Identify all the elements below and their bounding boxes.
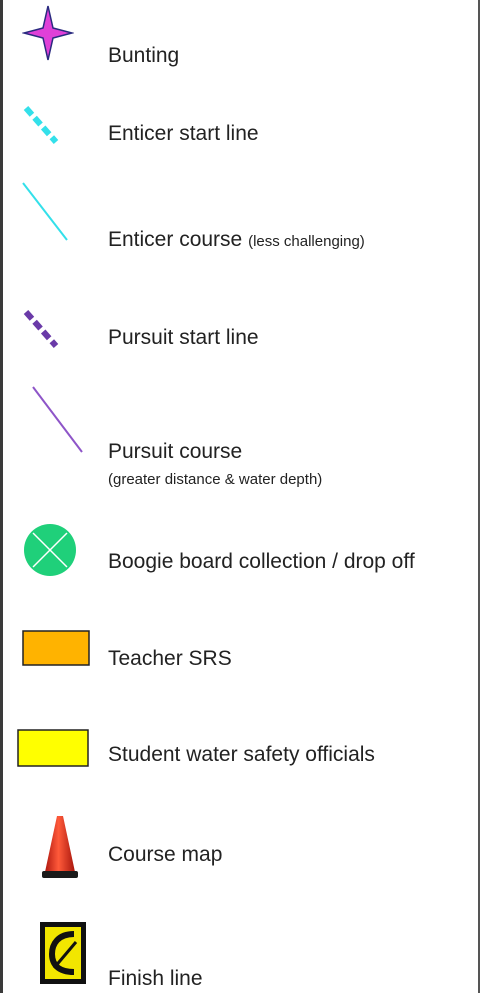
legend-label-course-map: Course map bbox=[108, 843, 223, 866]
teacher-srs-rect-icon bbox=[22, 630, 90, 666]
traffic-cone-icon bbox=[42, 816, 78, 878]
student-officials-rect-icon bbox=[17, 729, 89, 767]
enticer-course-icon bbox=[22, 182, 68, 241]
boogie-board-icon bbox=[24, 524, 76, 576]
pursuit-course-note: (greater distance & water depth) bbox=[108, 471, 323, 488]
enticer-course-text: Enticer course bbox=[108, 228, 243, 251]
legend-label-student-officials: Student water safety officials bbox=[108, 743, 375, 766]
legend-label-pursuit-course: Pursuit course bbox=[108, 440, 243, 463]
legend-label-finish-line: Finish line bbox=[108, 967, 203, 990]
finish-line-sign-icon bbox=[40, 922, 86, 984]
legend-label-boogie-board: Boogie board collection / drop off bbox=[108, 550, 415, 573]
bunting-star-icon bbox=[22, 5, 74, 61]
pursuit-course-icon bbox=[32, 386, 83, 453]
enticer-course-note: (less challenging) bbox=[248, 233, 365, 250]
legend-label-enticer-start: Enticer start line bbox=[108, 122, 259, 145]
enticer-start-line-icon bbox=[23, 106, 59, 144]
right-border bbox=[478, 0, 480, 993]
pursuit-start-line-icon bbox=[23, 310, 59, 348]
legend-label-teacher-srs: Teacher SRS bbox=[108, 647, 232, 670]
left-border bbox=[0, 0, 3, 993]
legend-label-enticer-course: Enticer course (less challenging) bbox=[108, 228, 365, 254]
legend-label-bunting: Bunting bbox=[108, 44, 180, 67]
legend-label-pursuit-start: Pursuit start line bbox=[108, 326, 259, 349]
